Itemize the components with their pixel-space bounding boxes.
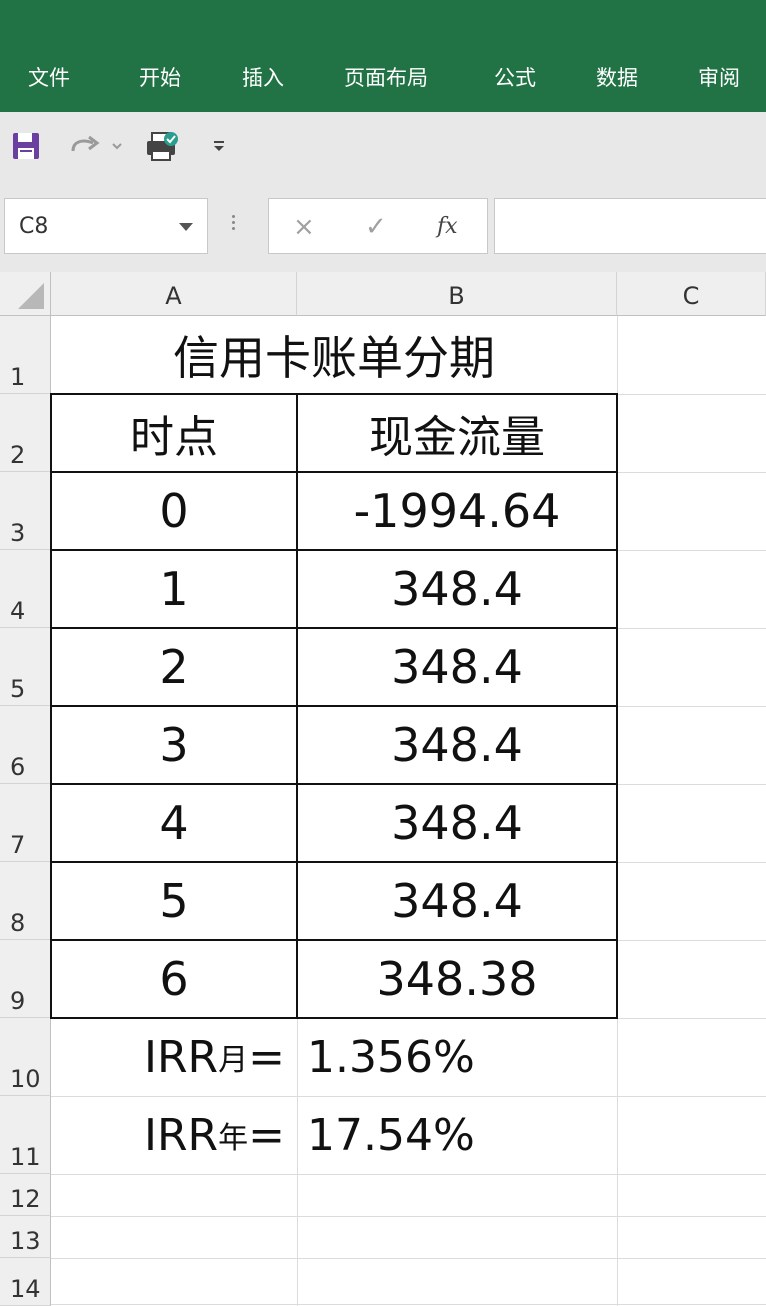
- cashflow-cell[interactable]: 348.4: [297, 706, 617, 784]
- column-header-c[interactable]: C: [617, 272, 766, 316]
- tab-insert[interactable]: 插入: [242, 60, 284, 96]
- select-all-button[interactable]: [0, 272, 51, 316]
- cashflow-cell[interactable]: 348.4: [297, 784, 617, 862]
- time-cell[interactable]: 3: [51, 706, 297, 784]
- cashflow-cell[interactable]: 348.4: [297, 862, 617, 940]
- quick-access-toolbar: [0, 112, 766, 182]
- row-header-2[interactable]: 2: [0, 394, 51, 472]
- cashflow-cell[interactable]: 348.38: [297, 940, 617, 1018]
- irr-month-value-cell[interactable]: 1.356%: [297, 1018, 617, 1096]
- row-header-4[interactable]: 4: [0, 550, 51, 628]
- row-header-6[interactable]: 6: [0, 706, 51, 784]
- header-cashflow-cell[interactable]: 现金流量: [297, 394, 617, 472]
- formula-bar: C8 × ✓ fx: [0, 182, 766, 272]
- row-header-11[interactable]: 11: [0, 1096, 51, 1174]
- tab-review[interactable]: 审阅: [698, 60, 740, 96]
- irr-month-sub: 月: [218, 1043, 249, 1078]
- redo-icon: [71, 135, 122, 152]
- save-icon: [13, 133, 39, 159]
- tab-home[interactable]: 开始: [139, 60, 181, 96]
- header-time-cell[interactable]: 时点: [51, 394, 297, 472]
- chevron-down-icon[interactable]: [179, 223, 193, 231]
- customize-toolbar-button[interactable]: [206, 126, 232, 166]
- insert-function-icon[interactable]: fx: [437, 199, 458, 255]
- row-header-10[interactable]: 10: [0, 1018, 51, 1096]
- formula-bar-buttons: × ✓ fx: [268, 198, 488, 254]
- row-header-9[interactable]: 9: [0, 940, 51, 1018]
- gridline: [51, 1258, 766, 1259]
- irr-month-label-cell[interactable]: IRR 月 =: [51, 1018, 297, 1096]
- row-header-1[interactable]: 1: [0, 316, 51, 394]
- name-box-value: C8: [19, 214, 49, 239]
- tab-formulas[interactable]: 公式: [494, 60, 536, 96]
- row-header-13[interactable]: 13: [0, 1216, 51, 1258]
- time-cell[interactable]: 5: [51, 862, 297, 940]
- name-box[interactable]: C8: [4, 198, 208, 254]
- print-preview-button[interactable]: [142, 126, 184, 166]
- column-header-b[interactable]: B: [297, 272, 617, 316]
- time-cell[interactable]: 6: [51, 940, 297, 1018]
- irr-year-label-cell[interactable]: IRR 年 =: [51, 1096, 297, 1174]
- irr-equals: =: [248, 1031, 285, 1083]
- more-options-icon[interactable]: [232, 212, 236, 238]
- row-header-12[interactable]: 12: [0, 1174, 51, 1216]
- customize-dropdown-icon: [214, 141, 224, 151]
- cancel-icon[interactable]: ×: [293, 199, 315, 255]
- irr-prefix: IRR: [144, 1031, 219, 1083]
- tab-page-layout[interactable]: 页面布局: [344, 60, 428, 96]
- worksheet-grid: A B C 1 2 3 4 5 6 7 8 9 10 11 12 13 14 信…: [0, 272, 766, 1306]
- time-cell[interactable]: 2: [51, 628, 297, 706]
- cashflow-cell[interactable]: 348.4: [297, 550, 617, 628]
- enter-icon[interactable]: ✓: [365, 199, 387, 255]
- irr-equals: =: [248, 1109, 285, 1161]
- row-header-14[interactable]: 14: [0, 1258, 51, 1306]
- gridline: [51, 1216, 766, 1217]
- save-button[interactable]: [8, 126, 44, 166]
- time-cell[interactable]: 4: [51, 784, 297, 862]
- gridline: [51, 1304, 766, 1305]
- irr-prefix: IRR: [144, 1109, 219, 1161]
- print-preview-icon: [147, 132, 178, 161]
- cashflow-cell[interactable]: -1994.64: [297, 472, 617, 550]
- time-cell[interactable]: 0: [51, 472, 297, 550]
- time-cell[interactable]: 1: [51, 550, 297, 628]
- formula-input[interactable]: [494, 198, 766, 254]
- cashflow-cell[interactable]: 348.4: [297, 628, 617, 706]
- column-header-a[interactable]: A: [51, 272, 297, 316]
- row-header-8[interactable]: 8: [0, 862, 51, 940]
- tab-file[interactable]: 文件: [28, 60, 70, 96]
- redo-button[interactable]: [64, 126, 130, 166]
- row-header-3[interactable]: 3: [0, 472, 51, 550]
- title-cell[interactable]: 信用卡账单分期: [51, 316, 617, 394]
- irr-year-value-cell[interactable]: 17.54%: [297, 1096, 617, 1174]
- ribbon: 文件 开始 插入 页面布局 公式 数据 审阅: [0, 0, 766, 112]
- gridline: [51, 1174, 766, 1175]
- tab-data[interactable]: 数据: [596, 60, 638, 96]
- row-header-5[interactable]: 5: [0, 628, 51, 706]
- row-header-7[interactable]: 7: [0, 784, 51, 862]
- irr-year-sub: 年: [218, 1121, 249, 1156]
